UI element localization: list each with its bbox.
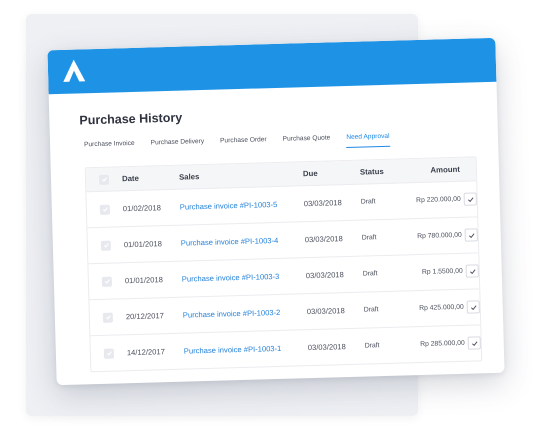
check-icon [101,177,107,182]
row-amount: Rp 425.000,00 [419,303,464,313]
check-icon [105,315,111,320]
row-status: Draft [361,234,377,242]
purchase-history-window: Purchase History Purchase Invoice Purcha… [47,37,505,386]
row-status: Draft [363,306,379,314]
row-amount: Rp 780.000,00 [417,231,462,241]
tab-purchase-invoice[interactable]: Purchase Invoice [84,140,135,155]
page-title: Purchase History [79,110,183,128]
row-sales-link[interactable]: Purchase invoice #PI-1003-1 [184,343,308,356]
row-date: 20/12/2017 [125,311,165,322]
row-due: 03/03/2018 [307,342,346,353]
tab-need-approval[interactable]: Need Approval [346,132,390,149]
a-logo-icon[interactable] [60,56,89,85]
tab-bar: Purchase Invoice Purchase Delivery Purch… [84,130,476,155]
tab-purchase-delivery[interactable]: Purchase Delivery [151,138,205,153]
row-status: Draft [364,342,380,350]
approve-checkbox[interactable] [467,336,481,350]
row-sales-link[interactable]: Purchase invoice #PI-1003-5 [180,199,304,212]
approve-checkbox[interactable] [465,264,479,278]
row-sales-link[interactable]: Purchase invoice #PI-1003-4 [181,235,305,248]
tab-purchase-order[interactable]: Purchase Order [220,136,267,151]
tab-purchase-quote[interactable]: Purchase Quote [283,134,331,149]
column-header-status[interactable]: Status [360,166,404,177]
row-checkbox[interactable] [100,240,112,251]
select-all-checkbox[interactable] [98,174,110,185]
approve-checkbox[interactable] [464,228,478,242]
row-sales-link[interactable]: Purchase invoice #PI-1003-2 [183,307,307,320]
row-amount: Rp 1.5500,00 [421,267,463,276]
check-icon [468,232,474,238]
column-header-date[interactable]: Date [122,173,179,183]
purchase-table: Date Sales Due Status Amount 01/02/2018 … [84,156,483,373]
check-icon [106,351,112,356]
row-checkbox[interactable] [102,312,114,323]
row-status: Draft [360,198,376,206]
check-icon [467,196,473,202]
row-due: 03/03/2018 [306,306,345,317]
row-sales-link[interactable]: Purchase invoice #PI-1003-3 [182,271,306,284]
row-date: 01/01/2018 [124,275,164,286]
row-checkbox[interactable] [101,276,113,287]
column-header-amount[interactable]: Amount [404,165,460,176]
row-amount: Rp 220.000,00 [416,195,461,205]
check-icon [103,243,109,248]
row-due: 03/03/2018 [305,270,344,281]
row-status: Draft [362,270,378,278]
check-icon [471,340,477,346]
check-icon [104,279,110,284]
column-header-due[interactable]: Due [303,168,360,178]
row-due: 03/03/2018 [304,234,343,245]
row-due: 03/03/2018 [303,198,342,209]
row-date: 01/01/2018 [123,239,162,250]
check-icon [102,207,108,212]
approve-checkbox[interactable] [463,192,477,206]
row-checkbox[interactable] [103,348,115,359]
row-checkbox[interactable] [99,204,111,215]
check-icon [470,304,476,310]
row-amount: Rp 285.000,00 [420,339,465,349]
row-date: 14/12/2017 [126,347,166,358]
row-date: 01/02/2018 [122,203,161,214]
check-icon [469,268,475,274]
column-header-sales[interactable]: Sales [179,169,303,182]
approve-checkbox[interactable] [466,300,480,314]
